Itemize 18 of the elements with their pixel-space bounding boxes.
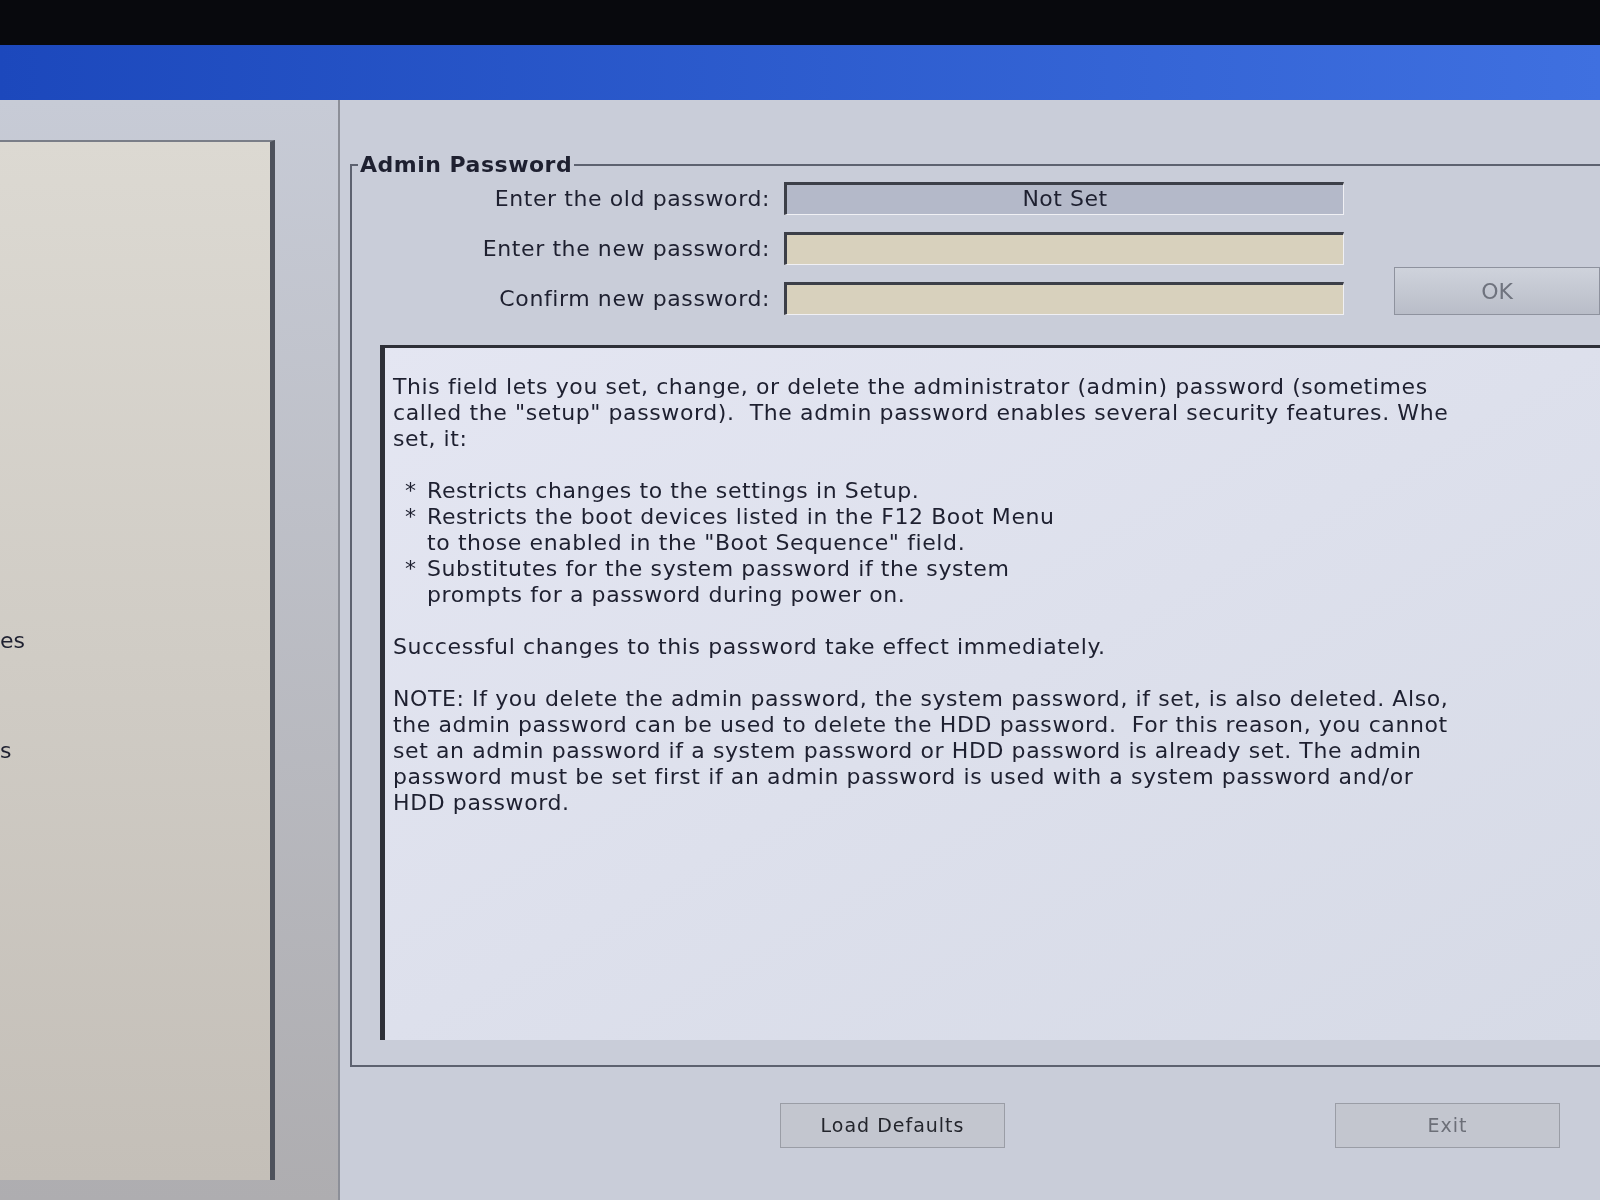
- field-label: Enter the old password:: [493, 185, 770, 213]
- footer-button[interactable]: Load Defaults: [780, 1103, 1005, 1148]
- help-list-item: Restricts the boot devices listed in the F12 Boot Menu to those enabled in the "Boot Sequence" field.: [427, 504, 1055, 556]
- password-field[interactable]: [784, 282, 1344, 315]
- password-field[interactable]: [784, 232, 1344, 265]
- help-list-item: Restricts changes to the settings in Setup.: [427, 478, 920, 504]
- help-paragraph: Successful changes to this password take effect immediately.: [393, 634, 1106, 660]
- list-marker: *: [405, 556, 418, 583]
- group-title: Admin Password: [359, 152, 574, 178]
- list-marker: *: [405, 478, 418, 504]
- help-list-item: Substitutes for the system password if the system prompts for a password during power on.: [427, 556, 1010, 608]
- navigation-item[interactable]: s: [0, 738, 12, 764]
- field-label: Enter the new password:: [481, 235, 770, 263]
- field-label: Confirm new password:: [498, 285, 770, 313]
- list-marker: *: [405, 504, 418, 531]
- navigation-item[interactable]: es: [0, 628, 25, 654]
- help-paragraph: NOTE: If you delete the admin password, the system password, if set, is also deleted. Also, the admin password can be used to delete the HDD password. For this reason, you cannot set an admin password if a system password or HDD password is already set. The admin password must be set first if an admin password is used with a system password and/or HDD password.: [393, 686, 1449, 816]
- help-paragraph: This field lets you set, change, or delete the administrator (admin) password (sometimes called the "setup" password). The admin password enables several security features. Whe set, it:: [393, 374, 1449, 452]
